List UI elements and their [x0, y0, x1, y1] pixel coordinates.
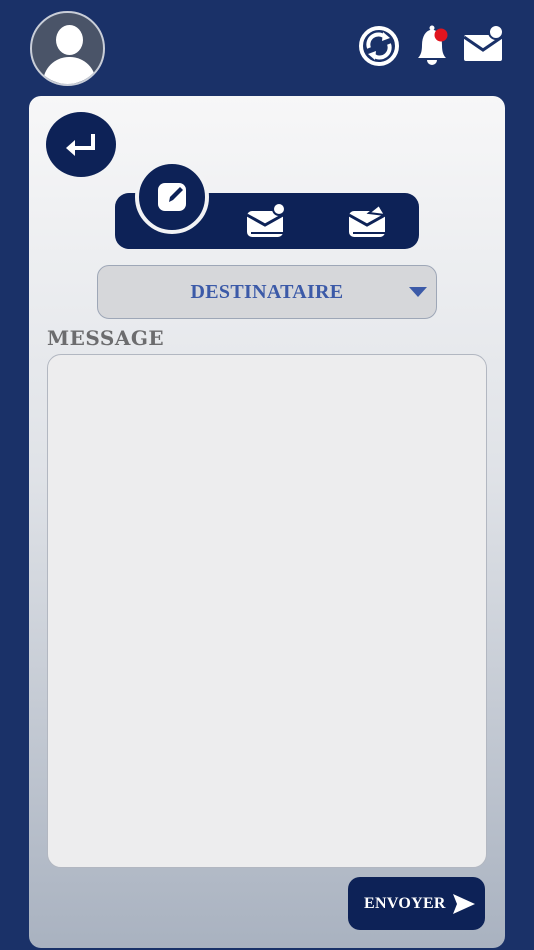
- tab-compose[interactable]: [135, 160, 209, 234]
- message-input[interactable]: [47, 354, 487, 868]
- avatar-head-shape: [56, 25, 83, 55]
- notification-dot: [434, 28, 448, 42]
- send-button[interactable]: ENVOYER: [348, 877, 485, 930]
- message-label: MESSAGE: [47, 326, 165, 350]
- recipient-select[interactable]: DESTINATAIRE: [97, 265, 437, 319]
- tab-inbox[interactable]: [243, 201, 287, 241]
- mail-icon[interactable]: [462, 24, 506, 68]
- sent-mail-icon: [348, 203, 387, 237]
- back-button[interactable]: [46, 112, 116, 177]
- compose-icon: [158, 183, 186, 211]
- avatar-shoulders-shape: [43, 57, 96, 84]
- send-icon: [453, 894, 475, 914]
- chevron-down-icon: [409, 287, 427, 297]
- send-label: ENVOYER: [364, 894, 446, 912]
- recipient-label: DESTINATAIRE: [190, 280, 344, 303]
- inbox-mail-icon: [246, 202, 286, 237]
- return-arrow-icon: [66, 133, 95, 156]
- sync-icon[interactable]: [357, 24, 401, 68]
- bell-icon[interactable]: [410, 24, 454, 68]
- tab-sent[interactable]: [345, 201, 389, 241]
- user-avatar[interactable]: [30, 11, 105, 86]
- compose-card: DESTINATAIRE MESSAGE ENVOYER: [29, 96, 505, 948]
